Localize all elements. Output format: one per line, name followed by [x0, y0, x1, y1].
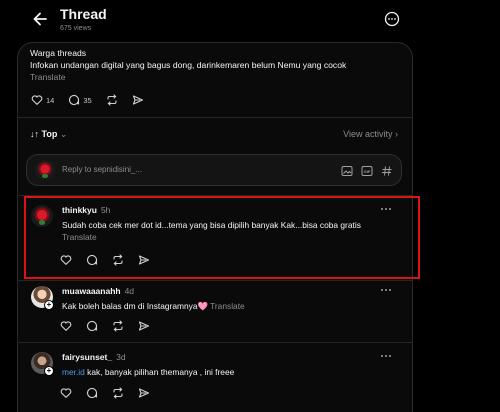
comment-actions [60, 387, 150, 399]
chevron-down-icon: ⌄ [57, 129, 68, 139]
view-count: 675 views [60, 25, 92, 32]
more-icon[interactable] [380, 352, 392, 360]
avatar[interactable] [31, 205, 53, 227]
comment-body: kak, banyak pilihan themanya , ini freee [84, 367, 235, 377]
comment-text: Sudah coba cek mer dot id...tema yang bi… [62, 219, 392, 243]
send-icon[interactable] [138, 387, 150, 399]
heart-icon[interactable] [60, 320, 72, 332]
comment-icon[interactable] [86, 387, 98, 399]
post-text: Infokan undangan digital yang bagus dong… [30, 60, 347, 71]
comment-item: + muawaaanahh 4d Kak boleh balas dm di In… [26, 286, 406, 342]
username-text: thinkkyu [62, 205, 97, 215]
comment-username[interactable]: fairysunset_ 3d [62, 352, 126, 362]
post-author: Warga threads [30, 48, 87, 58]
heart-icon [31, 95, 43, 105]
heart-icon[interactable] [60, 254, 72, 266]
top-bar: Thread 675 views [0, 0, 500, 40]
repost-button[interactable] [106, 94, 118, 106]
back-arrow-icon[interactable] [30, 9, 50, 29]
repost-icon[interactable] [112, 320, 124, 332]
reply-input[interactable]: Reply to sepnidisini_... [62, 165, 142, 174]
original-post: Warga threads Infokan undangan digital y… [30, 47, 380, 84]
mer-id-link[interactable]: mer.id [62, 367, 85, 377]
repost-icon [107, 94, 117, 106]
repost-icon[interactable] [112, 254, 124, 266]
follow-plus-icon[interactable]: + [44, 300, 54, 310]
comment-actions [60, 320, 150, 332]
comment-actions [60, 254, 150, 266]
more-icon[interactable] [380, 205, 392, 213]
translate-link[interactable]: Translate [30, 72, 66, 82]
page-title: Thread [60, 6, 107, 22]
post-body: Infokan undangan digital yang bagus dong… [30, 59, 380, 83]
more-icon[interactable] [380, 286, 392, 294]
comment-body: Sudah coba cek mer dot id...tema yang bi… [62, 220, 361, 230]
chevron-right-icon: › [392, 129, 398, 139]
heart-icon[interactable] [60, 387, 72, 399]
sort-label: Top [41, 129, 58, 139]
username-text: fairysunset_ [62, 352, 113, 362]
more-options-icon[interactable] [384, 11, 400, 27]
image-icon[interactable] [341, 165, 353, 177]
comment-icon [69, 94, 80, 106]
hashtag-icon[interactable] [381, 165, 393, 177]
view-activity-link[interactable]: View activity › [343, 129, 398, 139]
send-icon[interactable] [138, 254, 150, 266]
sort-dropdown[interactable]: ↓↑ Top ⌄ [30, 129, 67, 140]
comment-item: thinkkyu 5h Sudah coba cek mer dot id...t… [26, 205, 406, 275]
comment-icon[interactable] [86, 254, 98, 266]
like-button[interactable]: 14 [31, 94, 54, 106]
avatar [35, 160, 55, 180]
comment-username[interactable]: muawaaanahh 4d [62, 286, 134, 296]
reply-count: 35 [83, 95, 92, 105]
comment-time: 4d [124, 286, 135, 296]
post-actions: 14 35 [31, 94, 144, 106]
gif-icon[interactable]: GIF [361, 165, 373, 177]
view-activity-label: View activity [343, 129, 393, 139]
like-count: 14 [46, 95, 55, 105]
follow-plus-icon[interactable]: + [44, 366, 54, 376]
share-button[interactable] [132, 94, 144, 106]
comment-username[interactable]: thinkkyu 5h [62, 205, 110, 215]
translate-link[interactable]: Translate [62, 232, 97, 242]
divider [17, 342, 413, 343]
repost-icon[interactable] [112, 387, 124, 399]
comment-text: Kak boleh balas dm di Instagramnya🩷 Tran… [62, 300, 392, 312]
composer-tools: GIF [341, 165, 393, 177]
reply-button[interactable]: 35 [68, 94, 92, 106]
sort-icon: ↓↑ [30, 129, 42, 139]
sort-row: ↓↑ Top ⌄ View activity › [30, 129, 398, 143]
comment-time: 5h [100, 205, 111, 215]
send-icon [132, 95, 143, 105]
username-text: muawaaanahh [62, 286, 121, 296]
comment-text: mer.id kak, banyak pilihan themanya , in… [62, 366, 392, 378]
comment-body: Kak boleh balas dm di Instagramnya🩷 [62, 301, 208, 311]
reply-composer[interactable]: Reply to sepnidisini_... GIF [26, 154, 402, 186]
comment-item: + fairysunset_ 3d mer.id kak, banyak pili… [26, 352, 406, 412]
comment-time: 3d [116, 352, 126, 362]
divider [17, 117, 413, 118]
translate-link[interactable]: Translate [210, 301, 245, 311]
divider [17, 280, 413, 281]
svg-text:GIF: GIF [364, 169, 371, 174]
comment-icon[interactable] [86, 320, 98, 332]
send-icon[interactable] [138, 320, 150, 332]
